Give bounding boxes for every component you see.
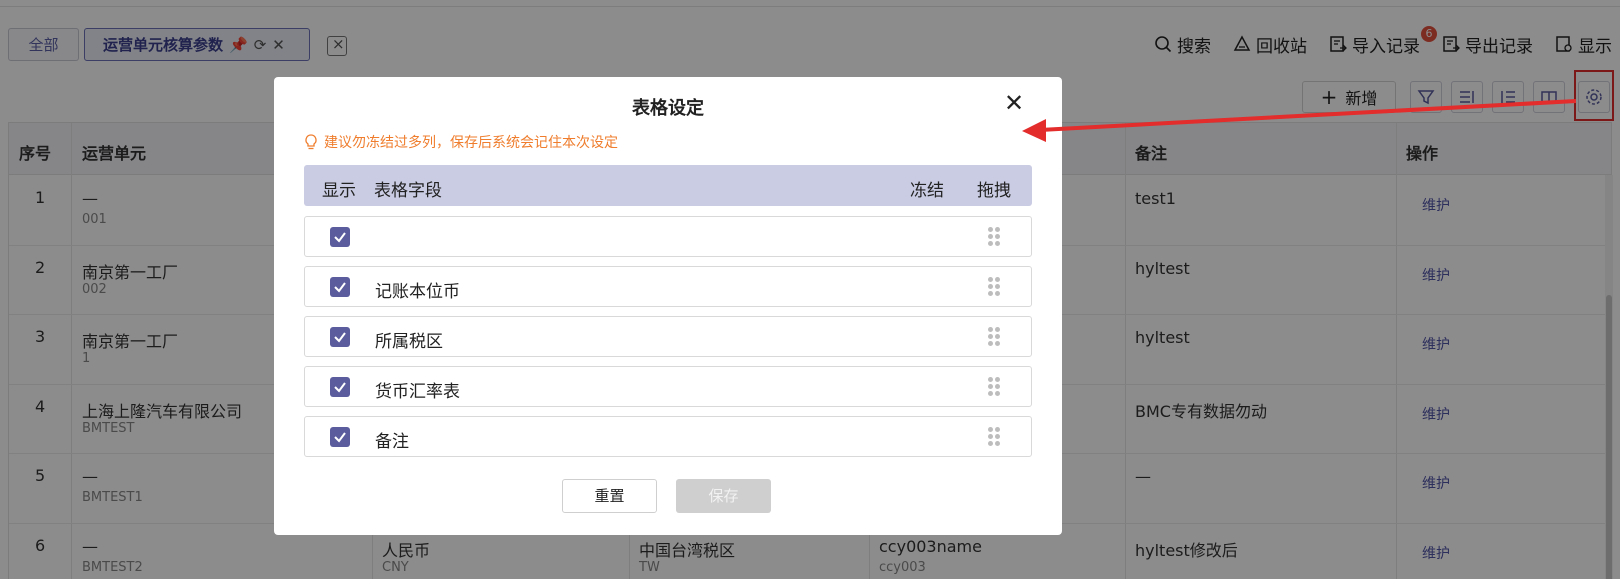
show-checkbox[interactable]	[330, 227, 350, 247]
show-checkbox[interactable]	[330, 327, 350, 347]
drag-handle-icon[interactable]	[988, 277, 1000, 297]
field-label: 记账本位币	[375, 282, 460, 302]
show-checkbox[interactable]	[330, 427, 350, 447]
save-button[interactable]: 保存	[676, 479, 771, 513]
head-drag: 拖拽	[977, 181, 1011, 201]
field-label: 货币汇率表	[375, 382, 460, 402]
field-row[interactable]: 货币汇率表	[304, 366, 1032, 407]
show-checkbox[interactable]	[330, 377, 350, 397]
field-list-header: 显示 表格字段 冻结 拖拽	[304, 165, 1032, 206]
drag-handle-icon[interactable]	[988, 427, 1000, 447]
field-label: 备注	[375, 432, 409, 452]
dialog-close-icon[interactable]: ✕	[1000, 89, 1028, 117]
field-row[interactable]: 所属税区	[304, 316, 1032, 357]
table-settings-dialog: 表格设定 ✕ 建议勿冻结过多列，保存后系统会记住本次设定 显示 表格字段 冻结 …	[274, 77, 1062, 535]
dialog-title: 表格设定	[632, 98, 704, 119]
field-row[interactable]: 备注	[304, 416, 1032, 457]
show-checkbox[interactable]	[330, 277, 350, 297]
head-freeze: 冻结	[910, 181, 944, 201]
drag-handle-icon[interactable]	[988, 327, 1000, 347]
field-label: 所属税区	[375, 332, 443, 352]
head-show: 显示	[322, 181, 356, 201]
head-field: 表格字段	[374, 181, 442, 201]
drag-handle-icon[interactable]	[988, 377, 1000, 397]
drag-handle-icon[interactable]	[988, 227, 1000, 247]
dialog-tip: 建议勿冻结过多列，保存后系统会记住本次设定	[304, 132, 618, 152]
lightbulb-icon	[305, 134, 317, 150]
field-row[interactable]: 记账本位币	[304, 266, 1032, 307]
field-row[interactable]	[304, 216, 1032, 257]
reset-button[interactable]: 重置	[562, 479, 657, 513]
dialog-tip-text: 建议勿冻结过多列，保存后系统会记住本次设定	[324, 135, 618, 151]
